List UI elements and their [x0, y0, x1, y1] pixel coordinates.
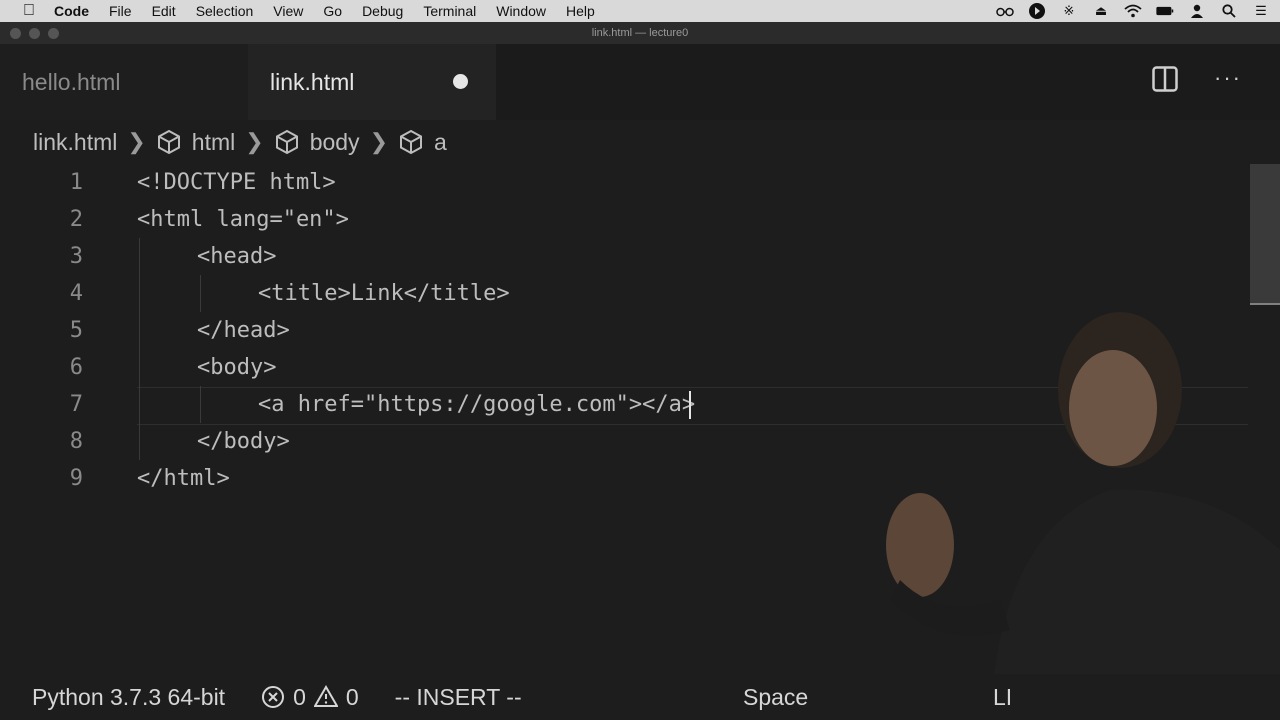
editor-tab-bar: hello.html link.html ···: [0, 44, 1280, 120]
menu-selection[interactable]: Selection: [196, 0, 254, 22]
code-line[interactable]: <body>: [197, 349, 276, 386]
menu-app-code[interactable]: Code: [54, 0, 89, 22]
menu-go[interactable]: Go: [323, 0, 342, 22]
line-number: 2: [69, 207, 83, 232]
code-line[interactable]: <title>Link</title>: [258, 275, 510, 312]
vim-mode-indicator: -- INSERT --: [394, 683, 522, 710]
menu-help[interactable]: Help: [566, 0, 595, 22]
error-icon: [262, 686, 285, 708]
window-controls: [10, 28, 59, 39]
unsaved-changes-dot[interactable]: [453, 74, 468, 89]
code-line[interactable]: <!DOCTYPE html>: [137, 164, 336, 201]
eject-icon[interactable]: ⏏: [1092, 3, 1110, 18]
warning-count: 0: [345, 683, 359, 710]
menubar-status-area: ※ ⏏ ☰: [996, 0, 1270, 22]
code-line[interactable]: <html lang="en">: [137, 201, 349, 238]
breadcrumb-html[interactable]: html: [156, 129, 235, 156]
line-number: 8: [69, 429, 83, 454]
end-of-line-selector[interactable]: LI: [993, 684, 1012, 711]
code-line[interactable]: </body>: [197, 423, 290, 460]
menu-edit[interactable]: Edit: [152, 0, 176, 22]
window-titlebar: link.html — lecture0: [0, 22, 1280, 44]
indent-guide: [139, 238, 140, 460]
system-menubar:  Code File Edit Selection View Go Debug…: [0, 0, 1280, 22]
symbol-cube-icon: [275, 129, 298, 155]
error-count: 0: [293, 683, 306, 710]
menu-file[interactable]: File: [109, 0, 132, 22]
menu-terminal[interactable]: Terminal: [423, 0, 476, 22]
breadcrumb-label: html: [191, 128, 236, 155]
menu-debug[interactable]: Debug: [362, 0, 403, 22]
line-number: 6: [69, 355, 83, 380]
code-line[interactable]: </html>: [137, 460, 230, 497]
text-cursor: [689, 391, 691, 419]
breadcrumb: link.html ❯ html ❯ body ❯ a: [0, 120, 1280, 164]
minimize-window-button[interactable]: [29, 28, 40, 39]
presenter-video-overlay: [886, 312, 1280, 720]
line-number: 4: [69, 281, 83, 306]
python-interpreter-selector[interactable]: Python 3.7.3 64-bit: [32, 684, 225, 711]
tab-label: hello.html: [22, 68, 121, 95]
problems-indicator[interactable]: 0 0: [261, 684, 359, 711]
status-bar: Python 3.7.3 64-bit 0 0 -- INSERT -- Spa…: [0, 674, 1280, 720]
list-icon[interactable]: ☰: [1252, 3, 1270, 18]
close-window-button[interactable]: [10, 28, 21, 39]
battery-icon[interactable]: [1156, 4, 1174, 18]
editor-actions: ···: [1152, 66, 1242, 92]
wifi-icon[interactable]: [1124, 4, 1142, 18]
breadcrumb-file[interactable]: link.html: [33, 129, 117, 156]
line-number: 5: [69, 318, 83, 343]
breadcrumb-label: body: [309, 128, 360, 155]
indent-guide: [200, 386, 201, 423]
symbol-cube-icon: [400, 129, 422, 155]
code-line-cursor[interactable]: <a href="https://google.com"></a>: [258, 386, 695, 423]
line-number: 1: [69, 170, 83, 195]
symbol-cube-icon: [157, 129, 180, 155]
breadcrumb-body[interactable]: body: [274, 129, 360, 156]
tab-link-html[interactable]: link.html: [248, 44, 496, 120]
tab-hello-html[interactable]: hello.html: [0, 44, 248, 120]
more-icon[interactable]: ···: [1214, 66, 1242, 90]
vertical-scrollbar[interactable]: [1250, 164, 1280, 304]
breadcrumb-a[interactable]: a: [398, 129, 447, 156]
split-editor-icon[interactable]: [1152, 66, 1178, 92]
indentation-selector[interactable]: Space: [743, 684, 808, 711]
warning-icon: [313, 685, 338, 707]
chevron-right-icon: ❯: [369, 129, 388, 154]
bluetooth-icon[interactable]: ※: [1060, 3, 1078, 18]
glasses-icon[interactable]: [996, 4, 1014, 18]
user-icon[interactable]: [1188, 4, 1206, 18]
zoom-window-button[interactable]: [48, 28, 59, 39]
menu-window[interactable]: Window: [496, 0, 546, 22]
window-title: link.html — lecture0: [591, 27, 689, 39]
indent-guide: [200, 275, 201, 312]
search-icon[interactable]: [1220, 4, 1238, 18]
chevron-right-icon: ❯: [127, 129, 146, 154]
tab-label: link.html: [270, 68, 355, 95]
apple-icon[interactable]: : [20, 2, 38, 20]
menu-view[interactable]: View: [273, 0, 303, 22]
chevron-right-icon: ❯: [245, 129, 264, 154]
breadcrumb-label: a: [434, 128, 447, 155]
line-number: 9: [69, 466, 83, 491]
line-number: 3: [69, 244, 83, 269]
play-icon[interactable]: [1028, 3, 1046, 19]
line-number: 7: [69, 392, 83, 417]
code-line[interactable]: <head>: [197, 238, 276, 275]
code-line[interactable]: </head>: [197, 312, 290, 349]
